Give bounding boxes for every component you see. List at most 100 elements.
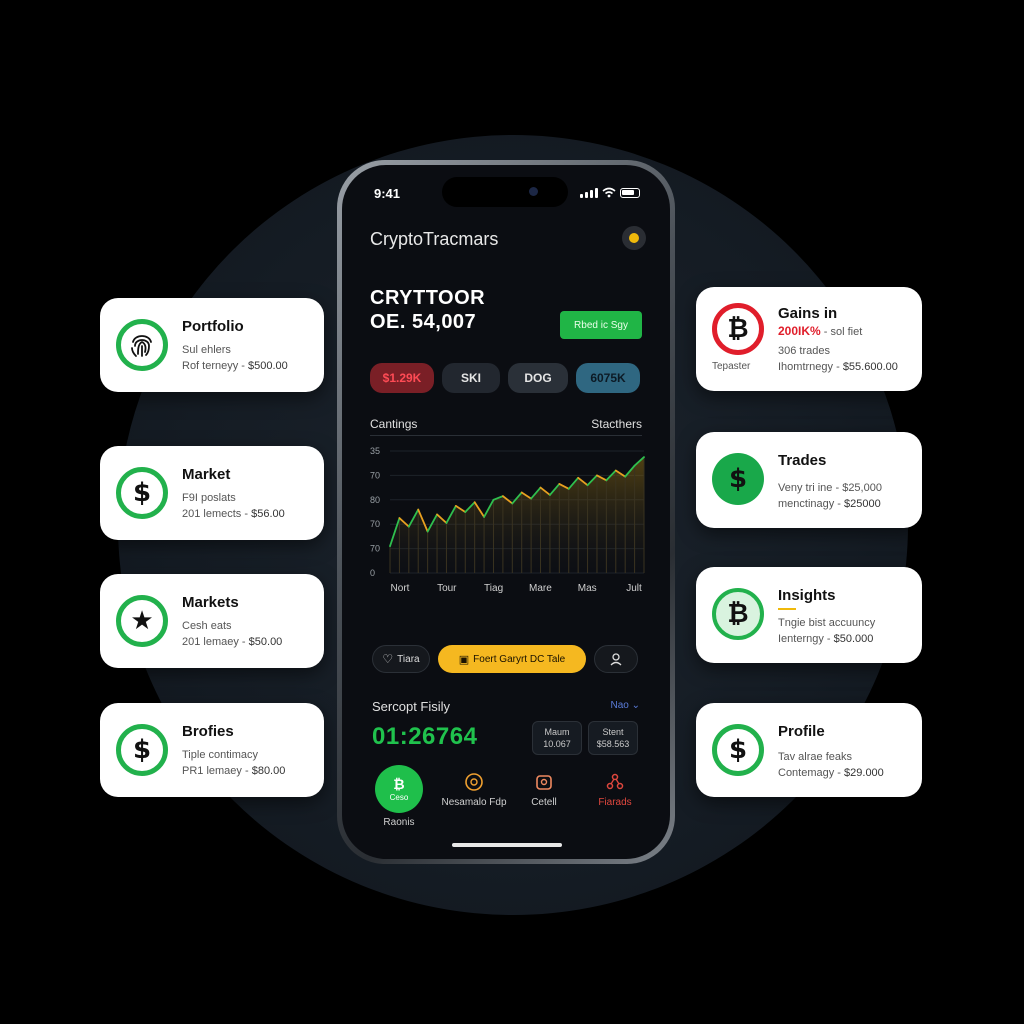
title-underline: [778, 608, 796, 610]
tab-inner-label: Ceso: [389, 793, 409, 802]
x-tick-label: Mare: [529, 583, 552, 594]
section-big-value: 01:26764: [372, 723, 478, 750]
card-profile[interactable]: $ Profile Tav alrae feaks Contemagy - $2…: [696, 703, 922, 797]
card-line: menctinagy - $25000: [778, 498, 881, 510]
tab-home[interactable]: ₿ Ceso Raonis: [364, 765, 434, 828]
card-title: Market: [182, 466, 231, 483]
x-tick-label: Tour: [437, 583, 457, 594]
status-time: 9:41: [374, 186, 401, 201]
bitcoin-icon: ₿ Ceso: [375, 765, 423, 813]
chart-heading-left: Cantings: [370, 417, 418, 431]
card-line: Veny tri ine - $25,000: [778, 482, 882, 494]
y-tick-label: 70: [370, 470, 380, 480]
mini-stat[interactable]: Maum 10.067: [532, 721, 582, 755]
signal-icon: [580, 188, 598, 198]
chart-svg: 35 70 80 70 70 0 Nort Tour Tiag Mare Mas Jult: [370, 446, 645, 594]
divider: [370, 435, 642, 436]
card-highlight: 200IK% - sol fiet: [778, 324, 863, 338]
phone-frame: 9:41 CryptoTracmars CRYTTOOR OE. 54,007 …: [337, 160, 675, 864]
card-side-label: Tepaster: [712, 361, 751, 372]
action-row: ♡ Tiara ▣ Foert Garyrt DC Tale: [372, 645, 638, 673]
card-title: Profile: [778, 723, 825, 740]
card-title: Gains in: [778, 305, 838, 322]
card-line: Sul ehlers: [182, 344, 231, 356]
tab-label: Fiarads: [598, 797, 632, 808]
card-title: Brofies: [182, 723, 234, 740]
card-title: Insights: [778, 587, 836, 604]
card-insights[interactable]: ₿ Insights Tngie bist accuuncy Ienterngy…: [696, 567, 922, 663]
mini-stat-label: Maum: [544, 727, 570, 737]
star-icon: ★: [116, 595, 168, 647]
coin-chip[interactable]: DOG: [508, 363, 568, 393]
card-line: Ihomtrnegy - $55.600.00: [778, 361, 898, 373]
dollar-icon: $: [712, 724, 764, 776]
coin-chip[interactable]: $1.29K: [370, 363, 434, 393]
mini-stat[interactable]: Stent $58.563: [588, 721, 638, 755]
clock-icon: [463, 771, 485, 793]
card-title: Markets: [182, 594, 239, 611]
settings-icon[interactable]: [622, 226, 646, 250]
card-gains[interactable]: ₿ Gains in 200IK% - sol fiet 306 trades …: [696, 287, 922, 391]
dollar-icon: $: [712, 453, 764, 505]
card-title: Portfolio: [182, 318, 244, 335]
phone-screen: 9:41 CryptoTracmars CRYTTOOR OE. 54,007 …: [342, 165, 670, 859]
tab-label: Cetell: [531, 797, 557, 808]
section-more-link[interactable]: Nao ⌄: [610, 700, 640, 711]
y-tick-label: 80: [370, 495, 380, 505]
primary-action-button[interactable]: ▣ Foert Garyrt DC Tale: [438, 645, 586, 673]
watch-button[interactable]: ♡ Tiara: [372, 645, 430, 673]
wallet-icon: [533, 771, 555, 793]
section-title: Sercopt Fisily: [372, 699, 451, 714]
wifi-icon: [602, 187, 616, 198]
dollar-icon: $: [116, 467, 168, 519]
bitcoin-icon: ₿: [712, 303, 764, 355]
y-tick-label: 70: [370, 519, 380, 529]
card-line: 306 trades: [778, 345, 830, 357]
bitcoin-icon: ₿: [712, 588, 764, 640]
dynamic-island: [442, 177, 568, 207]
fingerprint-icon: [116, 319, 168, 371]
card-brofies[interactable]: $ Brofies Tiple contimacy PR1 lemaey - $…: [100, 703, 324, 797]
wallet-icon: ▣: [458, 652, 470, 666]
card-line: 201 lemects - $56.00: [182, 508, 285, 520]
battery-icon: [620, 188, 640, 198]
mini-stat-label: Stent: [602, 727, 624, 737]
card-trades[interactable]: $ Trades Veny tri ine - $25,000 menctina…: [696, 432, 922, 528]
tab-label: Nesamalo Fdp: [441, 797, 507, 808]
card-line: Ienterngy - $50.000: [778, 633, 874, 645]
watch-label: Tiara: [397, 653, 420, 665]
card-line: Cesh eats: [182, 620, 232, 632]
card-title: Trades: [778, 452, 827, 469]
card-line: Rof terneyy - $500.00: [182, 360, 288, 372]
price-chart[interactable]: 35 70 80 70 70 0 Nort Tour Tiag Mare Mas Jult: [368, 445, 648, 595]
chart-heading-right[interactable]: Stacthers: [591, 417, 642, 431]
tab-wallet[interactable]: Cetell: [509, 765, 579, 808]
card-market[interactable]: $ Market F9I poslats 201 lemects - $56.0…: [100, 446, 324, 540]
y-tick-label: 70: [370, 544, 380, 554]
user-icon[interactable]: [594, 645, 638, 673]
status-icons: [580, 187, 640, 198]
app-title: CryptoTracmars: [370, 229, 499, 249]
buy-button[interactable]: Rbed ic Sgy: [560, 311, 642, 339]
coin-chip[interactable]: SKI: [442, 363, 500, 393]
card-line: F9I poslats: [182, 492, 236, 504]
coin-chips: $1.29K SKI DOG 6075K: [370, 363, 640, 393]
card-line: Tav alrae feaks: [778, 751, 852, 763]
card-portfolio[interactable]: Portfolio Sul ehlers Rof terneyy - $500.…: [100, 298, 324, 392]
network-icon: [604, 771, 626, 793]
primary-action-label: Foert Garyrt DC Tale: [473, 653, 566, 665]
tab-history[interactable]: Nesamalo Fdp: [439, 765, 509, 808]
x-tick-label: Nort: [391, 583, 410, 594]
stage: Portfolio Sul ehlers Rof terneyy - $500.…: [0, 0, 1024, 1024]
tab-label: Raonis: [383, 817, 415, 828]
mini-stat-value: $58.563: [596, 739, 630, 749]
card-line: 201 lemaey - $50.00: [182, 636, 283, 648]
card-line: PR1 lemaey - $80.00: [182, 765, 286, 777]
card-markets[interactable]: ★ Markets Cesh eats 201 lemaey - $50.00: [100, 574, 324, 668]
x-tick-label: Mas: [578, 583, 597, 594]
coin-chip[interactable]: 6075K: [576, 363, 640, 393]
tab-friends[interactable]: Fiarads: [580, 765, 650, 808]
card-line: Tngie bist accuuncy: [778, 617, 876, 629]
balance-label: CRYTTOOR: [370, 287, 486, 309]
mini-stat-value: 10.067: [543, 739, 571, 749]
